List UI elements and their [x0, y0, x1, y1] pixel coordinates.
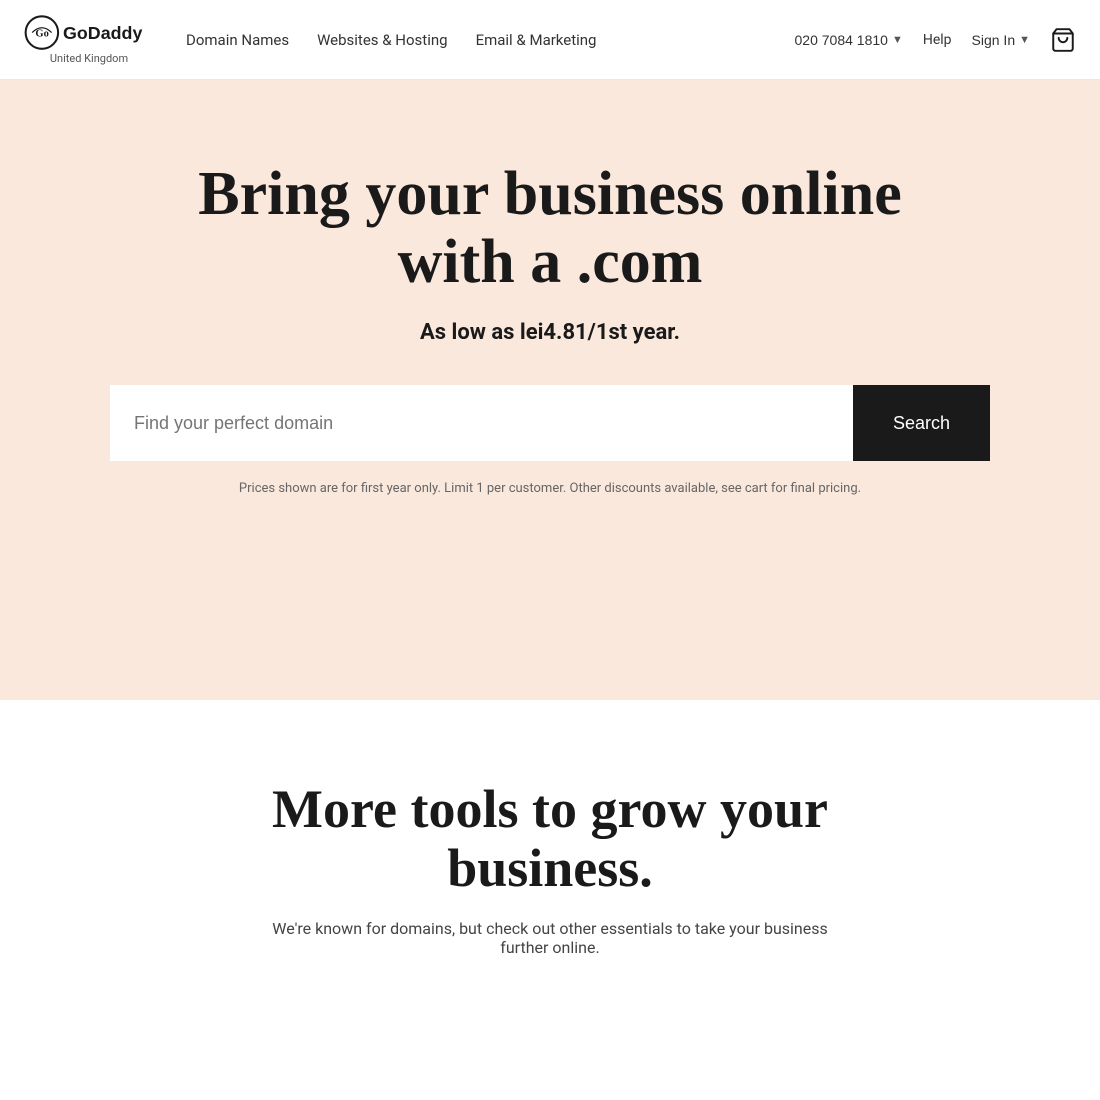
more-tools-subtitle: We're known for domains, but check out o…: [250, 919, 850, 957]
cart-icon: [1050, 27, 1076, 53]
hero-title: Bring your business online with a .com: [140, 160, 960, 296]
nav-websites-hosting[interactable]: Websites & Hosting: [317, 31, 447, 49]
godaddy-logo: Go GoDaddy: [24, 14, 154, 56]
main-nav: Domain Names Websites & Hosting Email & …: [186, 31, 596, 49]
svg-text:Go: Go: [35, 29, 48, 40]
logo-area: Go GoDaddy United Kingdom: [24, 14, 154, 65]
more-tools-section: More tools to grow your business. We're …: [0, 700, 1100, 997]
signin-label: Sign In: [972, 32, 1016, 48]
logo-region: United Kingdom: [24, 52, 154, 65]
search-button[interactable]: Search: [853, 385, 990, 461]
phone-chevron-icon: ▼: [892, 34, 903, 46]
hero-section: Bring your business online with a .com A…: [0, 80, 1100, 700]
phone-number: 020 7084 1810: [795, 32, 888, 48]
nav-email-marketing[interactable]: Email & Marketing: [476, 31, 597, 49]
cart-button[interactable]: [1050, 27, 1076, 53]
help-link[interactable]: Help: [923, 32, 952, 48]
header-right: 020 7084 1810 ▼ Help Sign In ▼: [795, 27, 1077, 53]
signin-button[interactable]: Sign In ▼: [972, 32, 1030, 48]
domain-search-bar: Search: [110, 385, 990, 461]
signin-chevron-icon: ▼: [1019, 34, 1030, 46]
site-header: Go GoDaddy United Kingdom Domain Names W…: [0, 0, 1100, 80]
phone-button[interactable]: 020 7084 1810 ▼: [795, 32, 903, 48]
price-disclaimer: Prices shown are for first year only. Li…: [239, 481, 861, 496]
more-tools-title: More tools to grow your business.: [200, 780, 900, 899]
svg-text:GoDaddy: GoDaddy: [63, 23, 142, 43]
hero-subtitle: As low as lei4.81/1st year.: [420, 320, 680, 345]
domain-search-input[interactable]: [110, 385, 853, 461]
nav-domain-names[interactable]: Domain Names: [186, 31, 289, 49]
header-left: Go GoDaddy United Kingdom Domain Names W…: [24, 14, 596, 65]
